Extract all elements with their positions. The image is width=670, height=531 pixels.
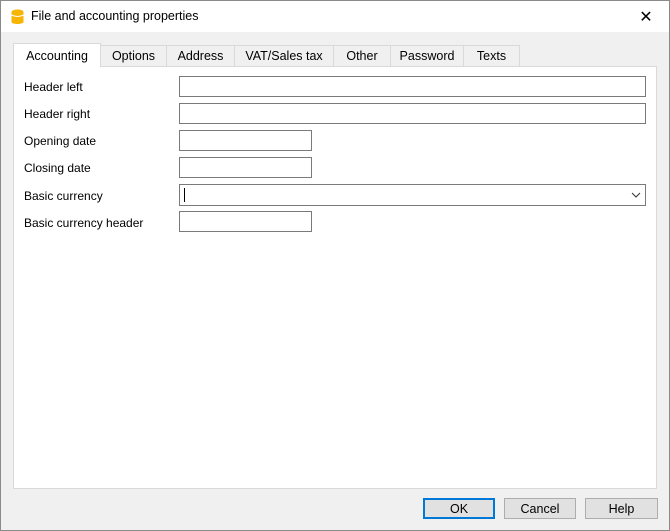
tab-other[interactable]: Other xyxy=(333,45,391,66)
help-button[interactable]: Help xyxy=(585,498,658,519)
closing-date-input[interactable] xyxy=(179,157,312,178)
tab-vat-sales-tax[interactable]: VAT/Sales tax xyxy=(234,45,334,66)
tab-accounting[interactable]: Accounting xyxy=(13,43,101,67)
basic-currency-label: Basic currency xyxy=(24,189,103,203)
close-icon: ✕ xyxy=(639,8,653,26)
ok-button[interactable]: OK xyxy=(423,498,495,519)
window-title: File and accounting properties xyxy=(31,9,199,23)
basic-currency-header-label: Basic currency header xyxy=(24,216,144,230)
tab-address[interactable]: Address xyxy=(166,45,235,66)
basic-currency-header-input[interactable] xyxy=(179,211,312,232)
header-left-input[interactable] xyxy=(179,76,646,97)
header-right-input[interactable] xyxy=(179,103,646,124)
accounting-panel xyxy=(13,66,657,489)
tab-options[interactable]: Options xyxy=(100,45,167,66)
tab-texts[interactable]: Texts xyxy=(463,45,520,66)
dialog-window: File and accounting properties ✕ Account… xyxy=(0,0,670,531)
title-bar: File and accounting properties ✕ xyxy=(1,1,669,32)
header-right-label: Header right xyxy=(24,107,91,121)
chevron-down-icon xyxy=(631,192,641,198)
text-cursor xyxy=(184,188,185,202)
tab-password[interactable]: Password xyxy=(390,45,464,66)
closing-date-label: Closing date xyxy=(24,161,91,175)
header-left-label: Header left xyxy=(24,80,83,94)
basic-currency-combobox[interactable] xyxy=(179,184,646,206)
app-icon xyxy=(11,9,24,24)
opening-date-label: Opening date xyxy=(24,134,97,148)
close-button[interactable]: ✕ xyxy=(623,1,669,32)
opening-date-input[interactable] xyxy=(179,130,312,151)
cancel-button[interactable]: Cancel xyxy=(504,498,576,519)
